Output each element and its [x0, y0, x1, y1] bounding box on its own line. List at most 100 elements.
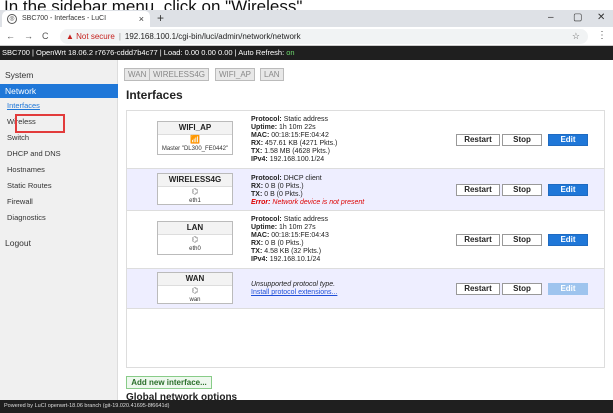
ethernet-icon: ⌬ — [191, 286, 199, 295]
close-tab-icon[interactable]: × — [139, 11, 144, 27]
restart-button[interactable]: Restart — [456, 283, 500, 295]
restart-button[interactable]: Restart — [456, 134, 500, 146]
sidebar-item-dhcp-and-dns[interactable]: DHCP and DNS — [0, 148, 118, 160]
tab-wifi-ap[interactable]: WIFI_AP — [215, 68, 256, 81]
interface-info: Protocol: Static address Uptime: 1h 10m … — [251, 116, 337, 164]
interface-row-wireless4g: WIRELESS4G ⌬ eth1 Protocol: DHCP client … — [127, 169, 604, 211]
sidebar-item-firewall[interactable]: Firewall — [0, 196, 118, 208]
error-label: Error: — [251, 199, 271, 206]
interface-info: Unsupported protocol type. Install proto… — [251, 281, 337, 297]
forward-icon[interactable]: → — [24, 29, 33, 43]
interface-device: Master "DL300_FE0442" — [161, 146, 229, 152]
tab-wan[interactable]: WAN — [124, 68, 151, 81]
address-bar-row: ← → C ▲ Not secure | 192.168.100.1/cgi-bin… — [0, 27, 613, 46]
interface-row-wan: WAN ⌬ wan Unsupported protocol type. Ins… — [127, 269, 604, 309]
main-content: WAN WIRELESS4G WIFI_AP LAN Interfaces WI… — [118, 60, 613, 403]
install-extensions-link[interactable]: Install protocol extensions... — [251, 289, 337, 296]
wifi-icon: 📶 — [190, 135, 200, 144]
ipv4-label: IPv4: — [251, 256, 268, 263]
restart-button[interactable]: Restart — [456, 184, 500, 196]
tx-label: TX: — [251, 191, 263, 198]
ethernet-icon: ⌬ — [191, 187, 199, 196]
interface-row-wifi-ap: WIFI_AP 📶 Master "DL300_FE0442" Protocol… — [127, 111, 604, 169]
status-text: SBC700 | OpenWrt 18.06.2 r7676-cddd7b4c7… — [2, 48, 285, 57]
highlight-box — [15, 114, 65, 133]
sidebar-item-logout[interactable]: Logout — [0, 236, 118, 250]
rx-label: RX: — [251, 240, 264, 247]
ipv4-label: IPv4: — [251, 156, 268, 163]
tx-value: 1.58 MB (4628 Pkts.) — [264, 148, 330, 155]
interfaces-table: WIFI_AP 📶 Master "DL300_FE0442" Protocol… — [126, 110, 605, 368]
url-text: 192.168.100.1/cgi-bin/luci/admin/network… — [124, 32, 301, 41]
back-icon[interactable]: ← — [6, 29, 15, 43]
edit-button[interactable]: Edit — [548, 134, 588, 146]
edit-button[interactable]: Edit — [548, 234, 588, 246]
interface-row-lan: LAN ⌬ eth0 Protocol: Static address Upti… — [127, 211, 604, 269]
uptime-value: 1h 10m 27s — [279, 224, 316, 231]
auto-refresh-toggle[interactable]: on — [286, 48, 294, 57]
sidebar-item-system[interactable]: System — [0, 68, 118, 82]
mac-label: MAC: — [251, 232, 270, 239]
sidebar-item-interfaces[interactable]: Interfaces — [0, 100, 118, 112]
close-window-icon[interactable]: ✕ — [597, 10, 605, 26]
tx-value: 0 B (0 Pkts.) — [264, 191, 303, 198]
interface-info: Protocol: Static address Uptime: 1h 10m … — [251, 216, 329, 264]
interface-name: WIFI_AP — [158, 122, 232, 135]
stop-button[interactable]: Stop — [502, 134, 542, 146]
new-tab-button[interactable]: + — [157, 10, 164, 26]
sidebar-item-diagnostics[interactable]: Diagnostics — [0, 212, 118, 224]
interface-device: eth0 — [189, 246, 201, 252]
interface-name: WIRELESS4G — [158, 174, 232, 187]
interface-device: wan — [189, 297, 201, 303]
ipv4-value: 192.168.10.1/24 — [269, 256, 321, 263]
mac-value: 00:18:15:FE:04:42 — [271, 132, 329, 139]
tab-wireless4g[interactable]: WIRELESS4G — [149, 68, 210, 81]
interface-info: Protocol: DHCP client RX: 0 B (0 Pkts.) … — [251, 175, 364, 207]
sidebar-item-network[interactable]: Network — [0, 84, 118, 98]
protocol-label: Protocol: — [251, 216, 282, 223]
sidebar-item-static-routes[interactable]: Static Routes — [0, 180, 118, 192]
url-input[interactable]: ▲ Not secure | 192.168.100.1/cgi-bin/luci/… — [60, 29, 588, 44]
warning-icon: ▲ — [66, 32, 77, 41]
ipv4-value: 192.168.100.1/24 — [269, 156, 325, 163]
unsupported-text: Unsupported protocol type. — [251, 281, 336, 288]
minimize-icon[interactable]: – — [548, 10, 554, 26]
reload-icon[interactable]: C — [42, 29, 49, 43]
instruction-caption: In the sidebar menu, click on "Wireless"… — [4, 0, 308, 10]
edit-button[interactable]: Edit — [548, 283, 588, 295]
interface-name: WAN — [158, 273, 232, 286]
browser-tab[interactable]: ◎ SBC700 - Interfaces - LuCI × — [2, 11, 150, 27]
edit-button[interactable]: Edit — [548, 184, 588, 196]
protocol-label: Protocol: — [251, 175, 282, 182]
rx-value: 457.61 KB (4271 Pkts.) — [265, 140, 338, 147]
sidebar: System Network Interfaces Wireless Switc… — [0, 60, 118, 400]
stop-button[interactable]: Stop — [502, 184, 542, 196]
tx-label: TX: — [251, 148, 263, 155]
mac-label: MAC: — [251, 132, 270, 139]
restart-button[interactable]: Restart — [456, 234, 500, 246]
globe-icon: ◎ — [7, 14, 17, 24]
star-icon[interactable]: ☆ — [572, 29, 580, 44]
protocol-value: Static address — [283, 216, 329, 223]
sidebar-item-switch[interactable]: Switch — [0, 132, 118, 144]
browser-tab-title: SBC700 - Interfaces - LuCI — [22, 15, 107, 22]
error-value: Network device is not present — [272, 199, 365, 206]
rx-value: 0 B (0 Pkts.) — [265, 183, 304, 190]
tab-lan[interactable]: LAN — [260, 68, 284, 81]
ethernet-icon: ⌬ — [191, 235, 199, 244]
url-separator: | — [118, 32, 121, 41]
maximize-icon[interactable]: ▢ — [573, 10, 582, 26]
add-interface-button[interactable]: Add new interface... — [126, 376, 212, 389]
protocol-label: Protocol: — [251, 116, 282, 123]
interface-device: eth1 — [189, 198, 201, 204]
rx-value: 0 B (0 Pkts.) — [265, 240, 304, 247]
interface-badge: WAN ⌬ wan — [157, 272, 233, 304]
stop-button[interactable]: Stop — [502, 234, 542, 246]
protocol-value: DHCP client — [283, 175, 322, 182]
uptime-label: Uptime: — [251, 124, 278, 131]
page-title: Interfaces — [126, 88, 183, 102]
stop-button[interactable]: Stop — [502, 283, 542, 295]
sidebar-item-hostnames[interactable]: Hostnames — [0, 164, 118, 176]
interface-badge: LAN ⌬ eth0 — [157, 221, 233, 255]
browser-menu-icon[interactable]: ⋮ — [597, 29, 607, 43]
